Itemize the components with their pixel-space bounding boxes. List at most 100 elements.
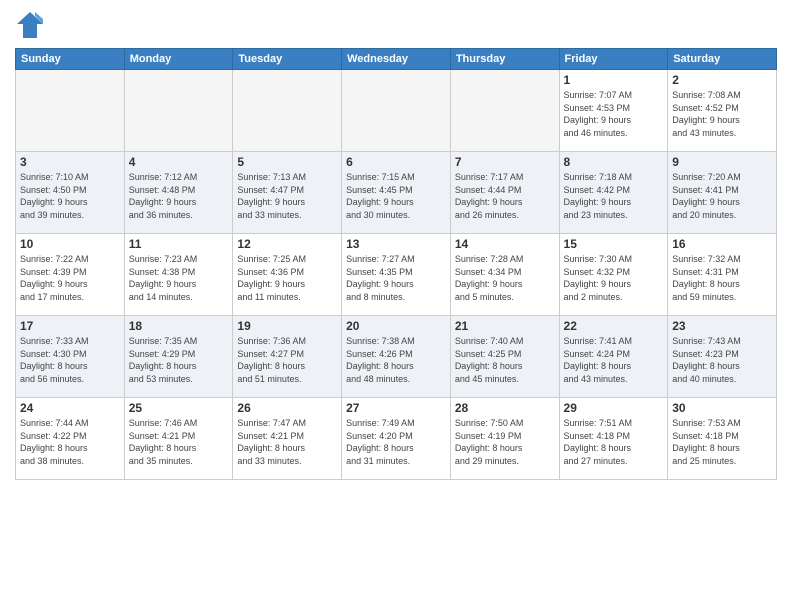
day-number: 1 — [564, 73, 664, 87]
week-row-4: 17 Sunrise: 7:33 AM Sunset: 4:30 PM Dayli… — [16, 316, 777, 398]
day-number: 21 — [455, 319, 555, 333]
calendar-cell: 29 Sunrise: 7:51 AM Sunset: 4:18 PM Dayli… — [559, 398, 668, 480]
day-number: 3 — [20, 155, 120, 169]
day-number: 23 — [672, 319, 772, 333]
week-row-5: 24 Sunrise: 7:44 AM Sunset: 4:22 PM Dayli… — [16, 398, 777, 480]
weekday-header-saturday: Saturday — [668, 49, 777, 70]
day-number: 8 — [564, 155, 664, 169]
day-info: Sunrise: 7:32 AM Sunset: 4:31 PM Dayligh… — [672, 253, 772, 303]
calendar-cell: 8 Sunrise: 7:18 AM Sunset: 4:42 PM Daylig… — [559, 152, 668, 234]
calendar-cell: 19Sunrise: 7:36 AM Sunset: 4:27 PM Dayli… — [233, 316, 342, 398]
calendar-cell: 5Sunrise: 7:13 AM Sunset: 4:47 PM Daylig… — [233, 152, 342, 234]
weekday-header-monday: Monday — [124, 49, 233, 70]
weekday-header-tuesday: Tuesday — [233, 49, 342, 70]
day-number: 29 — [564, 401, 664, 415]
day-info: Sunrise: 7:40 AM Sunset: 4:25 PM Dayligh… — [455, 335, 555, 385]
week-row-2: 3 Sunrise: 7:10 AM Sunset: 4:50 PM Daylig… — [16, 152, 777, 234]
day-number: 13 — [346, 237, 446, 251]
calendar-cell: 30 Sunrise: 7:53 AM Sunset: 4:18 PM Dayli… — [668, 398, 777, 480]
day-number: 15 — [564, 237, 664, 251]
day-number: 6 — [346, 155, 446, 169]
calendar-cell — [450, 70, 559, 152]
day-number: 16 — [672, 237, 772, 251]
calendar-cell: 12 Sunrise: 7:25 AM Sunset: 4:36 PM Dayli… — [233, 234, 342, 316]
calendar-cell: 21 Sunrise: 7:40 AM Sunset: 4:25 PM Dayli… — [450, 316, 559, 398]
day-number: 25 — [129, 401, 229, 415]
calendar-cell: 13 Sunrise: 7:27 AM Sunset: 4:35 PM Dayli… — [342, 234, 451, 316]
calendar-cell: 17 Sunrise: 7:33 AM Sunset: 4:30 PM Dayli… — [16, 316, 125, 398]
day-info: Sunrise: 7:23 AM Sunset: 4:38 PM Dayligh… — [129, 253, 229, 303]
day-info: Sunrise: 7:12 AM Sunset: 4:48 PM Dayligh… — [129, 171, 229, 221]
day-number: 24 — [20, 401, 120, 415]
week-row-1: 1 Sunrise: 7:07 AM Sunset: 4:53 PM Daylig… — [16, 70, 777, 152]
calendar-cell — [124, 70, 233, 152]
day-number: 14 — [455, 237, 555, 251]
weekday-header-thursday: Thursday — [450, 49, 559, 70]
day-info: Sunrise: 7:07 AM Sunset: 4:53 PM Dayligh… — [564, 89, 664, 139]
calendar-cell: 15 Sunrise: 7:30 AM Sunset: 4:32 PM Dayli… — [559, 234, 668, 316]
day-info: Sunrise: 7:18 AM Sunset: 4:42 PM Dayligh… — [564, 171, 664, 221]
day-info: Sunrise: 7:33 AM Sunset: 4:30 PM Dayligh… — [20, 335, 120, 385]
calendar-cell: 24 Sunrise: 7:44 AM Sunset: 4:22 PM Dayli… — [16, 398, 125, 480]
day-info: Sunrise: 7:53 AM Sunset: 4:18 PM Dayligh… — [672, 417, 772, 467]
weekday-header-wednesday: Wednesday — [342, 49, 451, 70]
day-info: Sunrise: 7:46 AM Sunset: 4:21 PM Dayligh… — [129, 417, 229, 467]
weekday-header-friday: Friday — [559, 49, 668, 70]
day-info: Sunrise: 7:27 AM Sunset: 4:35 PM Dayligh… — [346, 253, 446, 303]
day-number: 4 — [129, 155, 229, 169]
day-number: 2 — [672, 73, 772, 87]
day-number: 28 — [455, 401, 555, 415]
calendar-cell: 2Sunrise: 7:08 AM Sunset: 4:52 PM Daylig… — [668, 70, 777, 152]
weekday-header-sunday: Sunday — [16, 49, 125, 70]
day-info: Sunrise: 7:41 AM Sunset: 4:24 PM Dayligh… — [564, 335, 664, 385]
day-info: Sunrise: 7:35 AM Sunset: 4:29 PM Dayligh… — [129, 335, 229, 385]
calendar-cell: 1 Sunrise: 7:07 AM Sunset: 4:53 PM Daylig… — [559, 70, 668, 152]
logo-icon — [15, 10, 45, 40]
day-number: 9 — [672, 155, 772, 169]
day-number: 5 — [237, 155, 337, 169]
calendar-cell — [233, 70, 342, 152]
calendar-cell: 4 Sunrise: 7:12 AM Sunset: 4:48 PM Daylig… — [124, 152, 233, 234]
day-info: Sunrise: 7:43 AM Sunset: 4:23 PM Dayligh… — [672, 335, 772, 385]
day-number: 12 — [237, 237, 337, 251]
week-row-3: 10 Sunrise: 7:22 AM Sunset: 4:39 PM Dayli… — [16, 234, 777, 316]
day-info: Sunrise: 7:49 AM Sunset: 4:20 PM Dayligh… — [346, 417, 446, 467]
day-number: 20 — [346, 319, 446, 333]
day-info: Sunrise: 7:20 AM Sunset: 4:41 PM Dayligh… — [672, 171, 772, 221]
day-number: 26 — [237, 401, 337, 415]
calendar-cell: 14Sunrise: 7:28 AM Sunset: 4:34 PM Dayli… — [450, 234, 559, 316]
day-number: 11 — [129, 237, 229, 251]
calendar-cell: 18 Sunrise: 7:35 AM Sunset: 4:29 PM Dayli… — [124, 316, 233, 398]
day-info: Sunrise: 7:15 AM Sunset: 4:45 PM Dayligh… — [346, 171, 446, 221]
calendar-cell: 20 Sunrise: 7:38 AM Sunset: 4:26 PM Dayli… — [342, 316, 451, 398]
header — [15, 10, 777, 40]
calendar-cell: 7 Sunrise: 7:17 AM Sunset: 4:44 PM Daylig… — [450, 152, 559, 234]
day-info: Sunrise: 7:44 AM Sunset: 4:22 PM Dayligh… — [20, 417, 120, 467]
day-info: Sunrise: 7:47 AM Sunset: 4:21 PM Dayligh… — [237, 417, 337, 467]
calendar-cell: 23 Sunrise: 7:43 AM Sunset: 4:23 PM Dayli… — [668, 316, 777, 398]
calendar-cell — [16, 70, 125, 152]
day-info: Sunrise: 7:10 AM Sunset: 4:50 PM Dayligh… — [20, 171, 120, 221]
day-info: Sunrise: 7:25 AM Sunset: 4:36 PM Dayligh… — [237, 253, 337, 303]
calendar-cell: 6 Sunrise: 7:15 AM Sunset: 4:45 PM Daylig… — [342, 152, 451, 234]
day-number: 19 — [237, 319, 337, 333]
calendar-cell: 11 Sunrise: 7:23 AM Sunset: 4:38 PM Dayli… — [124, 234, 233, 316]
day-info: Sunrise: 7:17 AM Sunset: 4:44 PM Dayligh… — [455, 171, 555, 221]
logo — [15, 10, 49, 40]
day-info: Sunrise: 7:38 AM Sunset: 4:26 PM Dayligh… — [346, 335, 446, 385]
day-number: 18 — [129, 319, 229, 333]
calendar-cell: 16 Sunrise: 7:32 AM Sunset: 4:31 PM Dayli… — [668, 234, 777, 316]
calendar-cell: 28 Sunrise: 7:50 AM Sunset: 4:19 PM Dayli… — [450, 398, 559, 480]
day-info: Sunrise: 7:51 AM Sunset: 4:18 PM Dayligh… — [564, 417, 664, 467]
day-info: Sunrise: 7:30 AM Sunset: 4:32 PM Dayligh… — [564, 253, 664, 303]
day-number: 30 — [672, 401, 772, 415]
calendar-cell: 27Sunrise: 7:49 AM Sunset: 4:20 PM Dayli… — [342, 398, 451, 480]
header-row: SundayMondayTuesdayWednesdayThursdayFrid… — [16, 49, 777, 70]
day-number: 7 — [455, 155, 555, 169]
day-number: 17 — [20, 319, 120, 333]
day-info: Sunrise: 7:50 AM Sunset: 4:19 PM Dayligh… — [455, 417, 555, 467]
calendar-table: SundayMondayTuesdayWednesdayThursdayFrid… — [15, 48, 777, 480]
day-number: 10 — [20, 237, 120, 251]
day-info: Sunrise: 7:22 AM Sunset: 4:39 PM Dayligh… — [20, 253, 120, 303]
calendar-cell: 3 Sunrise: 7:10 AM Sunset: 4:50 PM Daylig… — [16, 152, 125, 234]
